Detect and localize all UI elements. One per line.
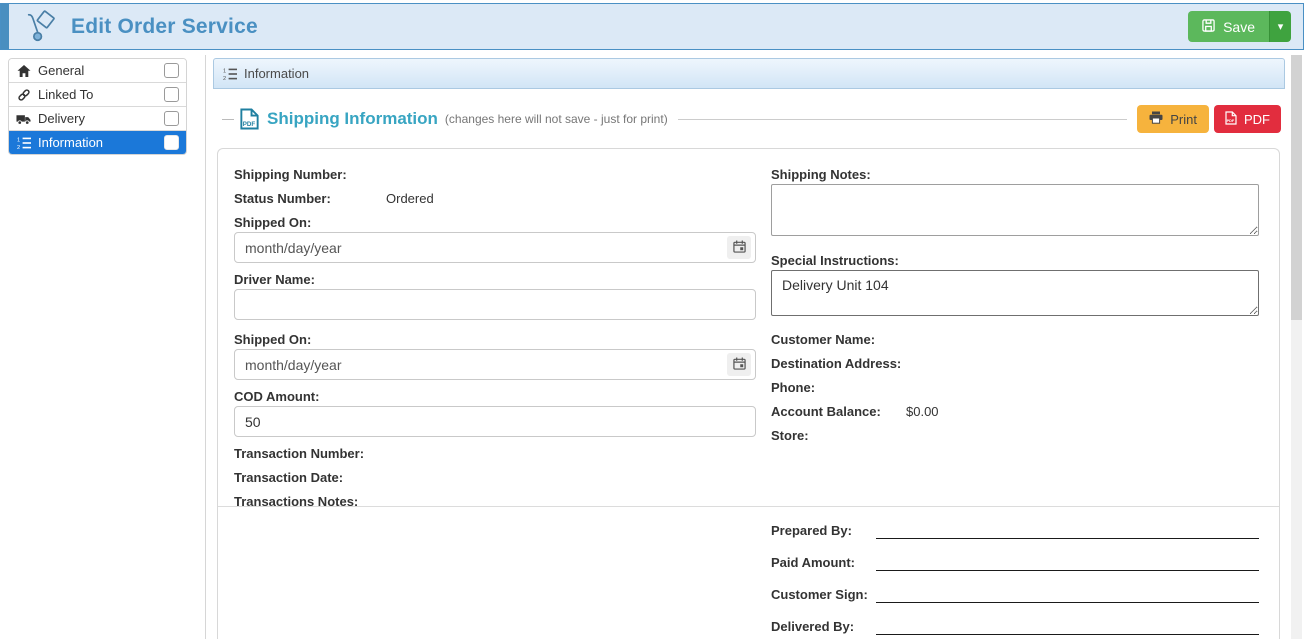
general-checkbox[interactable] [164, 63, 179, 78]
account-balance-value: $0.00 [906, 404, 939, 420]
shipped-on-input[interactable] [234, 232, 756, 263]
cod-amount-input[interactable] [234, 406, 756, 437]
legend-dash [222, 119, 234, 120]
section-subtitle: (changes here will not save - just for p… [445, 112, 668, 126]
svg-text:2: 2 [223, 76, 226, 81]
signature-row-delivered-by: Delivered By: [771, 609, 1259, 635]
save-dropdown-button[interactable]: ▾ [1269, 11, 1291, 42]
sidebar-nav: General Linked To Delivery 12 Informatio… [8, 58, 187, 155]
save-button-group: Save ▾ [1188, 11, 1291, 42]
destination-address-label: Destination Address: [771, 356, 1259, 372]
customer-sign-label: Customer Sign: [771, 587, 876, 603]
svg-text:PDF: PDF [243, 121, 256, 128]
calendar-icon [733, 357, 746, 373]
sidebar-item-delivery[interactable]: Delivery [9, 107, 186, 131]
pdf-file-icon: PDF [1225, 111, 1237, 128]
vertical-scrollbar[interactable] [1291, 55, 1302, 639]
header-accent-bar [1, 4, 9, 49]
store-label: Store: [771, 428, 1259, 444]
caret-down-icon: ▾ [1278, 20, 1284, 33]
prepared-by-signature-line [876, 522, 1259, 539]
shipping-section-legend: PDF Shipping Information (changes here w… [222, 104, 1281, 134]
calendar-picker-button[interactable] [727, 236, 751, 259]
svg-text:1: 1 [17, 137, 20, 143]
shipping-notes-textarea[interactable] [771, 184, 1259, 236]
pdf-file-icon: PDF [240, 108, 259, 130]
status-number-value: Ordered [386, 191, 434, 207]
calendar-picker-button[interactable] [727, 353, 751, 376]
shipping-form-panel: Shipping Number: Status Number: Ordered … [217, 148, 1280, 639]
account-balance-label: Account Balance: [771, 404, 1259, 420]
signature-section: Prepared By: Paid Amount: Customer Sign:… [771, 513, 1259, 641]
sidebar-item-label: Information [38, 135, 103, 150]
customer-sign-signature-line [876, 586, 1259, 603]
transaction-date-label: Transaction Date: [234, 470, 756, 486]
linked-to-checkbox[interactable] [164, 87, 179, 102]
paid-amount-label: Paid Amount: [771, 555, 876, 571]
print-button-label: Print [1170, 112, 1197, 127]
link-icon [16, 88, 31, 102]
home-icon [16, 64, 31, 78]
signature-row-prepared-by: Prepared By: [771, 513, 1259, 539]
delivery-checkbox[interactable] [164, 111, 179, 126]
shipped-on-2-input[interactable] [234, 349, 756, 380]
information-panel-header: 12 Information [213, 58, 1285, 89]
sidebar-item-linked-to[interactable]: Linked To [9, 83, 186, 107]
information-panel-title: Information [244, 66, 309, 81]
printer-icon [1149, 111, 1163, 127]
svg-text:PDF: PDF [1227, 119, 1235, 123]
svg-text:1: 1 [223, 68, 226, 74]
calendar-icon [733, 240, 746, 256]
delivered-by-signature-line [876, 618, 1259, 635]
phone-label: Phone: [771, 380, 1259, 396]
cod-amount-label: COD Amount: [234, 389, 756, 405]
sidebar-item-information[interactable]: 12 Information [9, 131, 186, 154]
sidebar-item-label: Delivery [38, 111, 85, 126]
pdf-button-label: PDF [1244, 112, 1270, 127]
shipping-notes-label: Shipping Notes: [771, 167, 1259, 183]
status-number-label: Status Number: [234, 191, 756, 207]
shipped-on-2-label: Shipped On: [234, 332, 756, 348]
customer-name-label: Customer Name: [771, 332, 1259, 348]
form-right-column: Shipping Notes: Special Instructions: De… [771, 167, 1259, 452]
information-checkbox[interactable] [164, 135, 179, 150]
delivered-by-label: Delivered By: [771, 619, 876, 635]
content-left-border [205, 55, 206, 639]
sidebar-item-label: General [38, 63, 84, 78]
form-divider [218, 506, 1279, 507]
driver-name-label: Driver Name: [234, 272, 756, 288]
transactions-notes-label: Transactions Notes: [234, 494, 756, 510]
special-instructions-label: Special Instructions: [771, 253, 1259, 269]
sidebar-item-label: Linked To [38, 87, 93, 102]
special-instructions-textarea[interactable]: Delivery Unit 104 [771, 270, 1259, 316]
svg-text:2: 2 [17, 145, 20, 150]
print-button[interactable]: Print [1137, 105, 1209, 133]
shipping-number-label: Shipping Number: [234, 167, 756, 183]
floppy-disk-icon [1202, 19, 1215, 35]
scrollbar-thumb[interactable] [1291, 55, 1302, 320]
save-button-label: Save [1223, 19, 1255, 35]
paid-amount-signature-line [876, 554, 1259, 571]
pdf-button[interactable]: PDF PDF [1214, 105, 1281, 133]
signature-row-customer-sign: Customer Sign: [771, 577, 1259, 603]
page-title: Edit Order Service [71, 15, 258, 39]
legend-rule [678, 119, 1128, 120]
ordered-list-icon: 12 [223, 67, 237, 81]
sidebar-item-general[interactable]: General [9, 59, 186, 83]
truck-icon [16, 112, 31, 126]
driver-name-input[interactable] [234, 289, 756, 320]
ordered-list-icon: 12 [16, 136, 31, 150]
transaction-number-label: Transaction Number: [234, 446, 756, 462]
shipped-on-label: Shipped On: [234, 215, 756, 231]
signature-row-paid-amount: Paid Amount: [771, 545, 1259, 571]
prepared-by-label: Prepared By: [771, 523, 876, 539]
save-button[interactable]: Save [1188, 11, 1269, 42]
form-left-column: Shipping Number: Status Number: Ordered … [234, 167, 756, 518]
app-header: Edit Order Service Save ▾ [0, 3, 1304, 50]
hand-truck-icon [23, 10, 57, 44]
section-title: Shipping Information [267, 109, 438, 129]
